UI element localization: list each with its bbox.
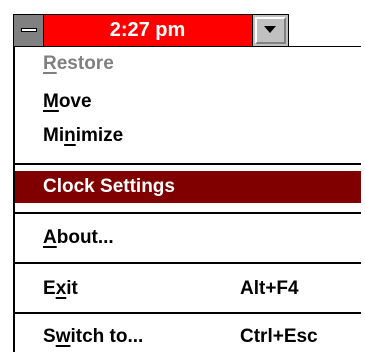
menu-item-label: Minimize bbox=[43, 125, 124, 146]
menu-item-label: Move bbox=[43, 91, 92, 112]
menu-item-label: Clock Settings bbox=[43, 176, 175, 197]
menu-item-exit[interactable]: Exit Alt+F4 bbox=[15, 274, 361, 304]
title-bar[interactable]: 2:27 pm bbox=[13, 14, 289, 47]
minimize-button[interactable] bbox=[252, 15, 288, 46]
menu-item-shortcut: Alt+F4 bbox=[240, 278, 299, 299]
clock-window: 2:27 pm Restore Move Minimize Clock Sett… bbox=[0, 0, 365, 352]
system-menu: Restore Move Minimize Clock Settings Abo… bbox=[13, 46, 361, 352]
menu-item-restore[interactable]: Restore bbox=[15, 49, 361, 79]
clock-time: 2:27 pm bbox=[109, 19, 186, 41]
menu-item-about[interactable]: About... bbox=[15, 223, 361, 253]
menu-item-label: Exit bbox=[43, 278, 78, 299]
menu-separator bbox=[15, 163, 361, 165]
menu-separator bbox=[15, 212, 361, 214]
menu-item-label: About... bbox=[43, 227, 114, 248]
menu-item-minimize[interactable]: Minimize bbox=[15, 121, 361, 151]
menu-item-switch-to[interactable]: Switch to... Ctrl+Esc bbox=[15, 322, 361, 352]
menu-item-move[interactable]: Move bbox=[15, 87, 361, 117]
menu-item-clock-settings[interactable]: Clock Settings bbox=[15, 171, 361, 203]
menu-separator bbox=[15, 312, 361, 314]
system-menu-icon bbox=[21, 28, 37, 32]
system-menu-button[interactable] bbox=[14, 15, 44, 46]
menu-item-label: Switch to... bbox=[43, 326, 144, 347]
menu-item-shortcut: Ctrl+Esc bbox=[240, 326, 318, 347]
minimize-arrow-icon bbox=[264, 26, 276, 33]
menu-item-label: Restore bbox=[43, 53, 114, 74]
menu-separator bbox=[15, 262, 361, 264]
